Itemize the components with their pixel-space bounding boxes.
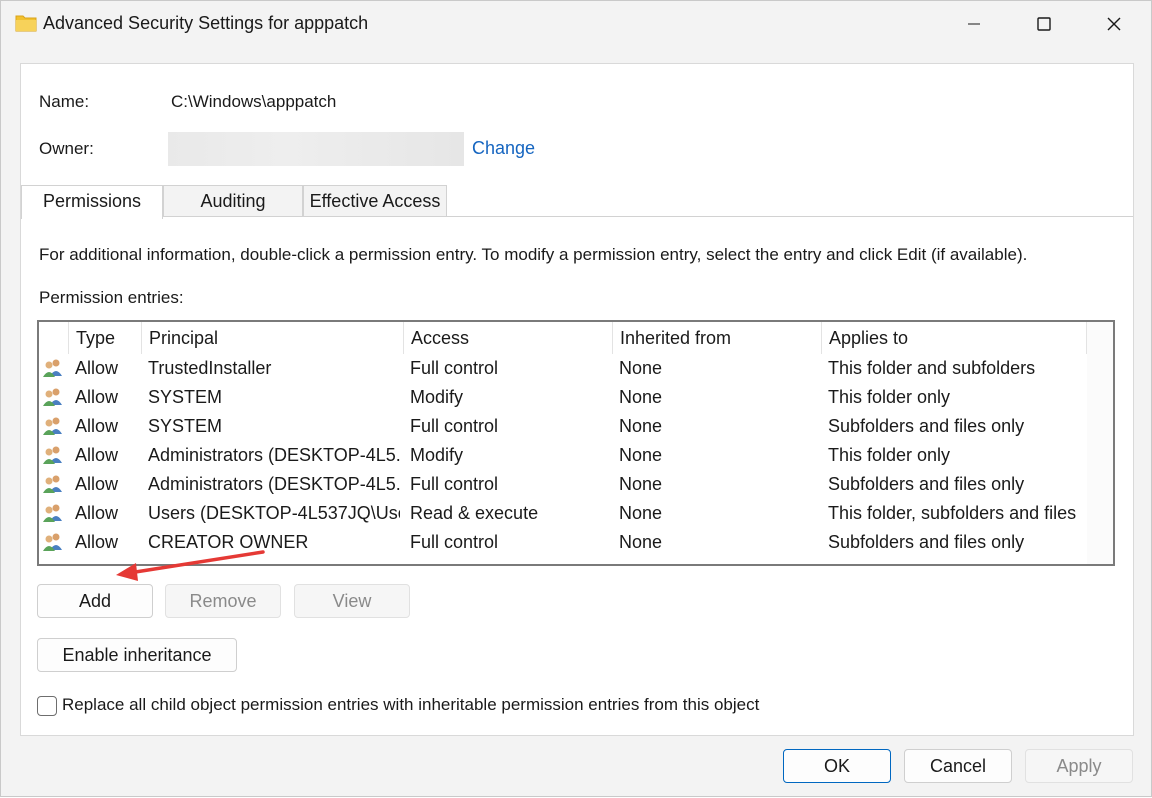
principal-cell: TrustedInstaller [148,358,272,378]
type-cell: Allow [75,445,119,465]
inherited-from-cell: None [619,387,663,407]
view-button[interactable]: View [294,584,410,618]
minimize-icon [968,23,980,25]
users-icon [42,532,64,552]
apply-button[interactable]: Apply [1025,749,1133,783]
principal-cell: Users (DESKTOP-4L537JQ\Use... [148,503,400,523]
type-cell: Allow [75,416,119,436]
applies-to-cell: Subfolders and files only [828,416,1025,436]
change-owner-link[interactable]: Change [472,138,535,159]
users-icon [42,416,64,436]
users-icon [42,474,64,494]
table-row[interactable]: Allow SYSTEM Modify None This folder only [39,383,1089,412]
tab-permissions[interactable]: Permissions [21,185,163,219]
inherited-from-cell: None [619,445,663,465]
users-icon [42,445,64,465]
applies-to-cell: This folder only [828,387,951,407]
access-cell: Modify [410,387,464,407]
applies-to-cell: This folder only [828,445,951,465]
name-value[interactable]: C:\Windows\apppatch [171,92,336,112]
table-row[interactable]: Allow SYSTEM Full control None Subfolders an… [39,412,1089,441]
type-cell: Allow [75,532,119,552]
column-header-inherited-from[interactable]: Inherited from [612,322,821,354]
type-cell: Allow [75,474,119,494]
ok-button[interactable]: OK [783,749,891,783]
folder-icon [15,13,37,33]
table-row[interactable]: Allow CREATOR OWNER Full control None Subfol… [39,528,1089,557]
tab-effective-access[interactable]: Effective Access [303,185,447,217]
access-cell: Modify [410,445,464,465]
applies-to-cell: Subfolders and files only [828,474,1025,494]
name-label: Name: [39,92,90,111]
list-scrollbar[interactable] [1087,322,1113,564]
inherited-from-cell: None [619,503,663,523]
access-cell: Full control [410,416,499,436]
info-text: For additional information, double-click… [39,245,1028,264]
close-button[interactable] [1079,1,1149,47]
principal-cell: SYSTEM [148,387,223,407]
principal-cell: Administrators (DESKTOP-4L5... [148,445,400,465]
enable-inheritance-button[interactable]: Enable inheritance [37,638,237,672]
maximize-button[interactable] [1009,1,1079,47]
table-row[interactable]: Allow Administrators (DESKTOP-4L5... Full … [39,470,1089,499]
column-header-principal[interactable]: Principal [141,322,403,354]
principal-cell: SYSTEM [148,416,223,436]
principal-cell: CREATOR OWNER [148,532,309,552]
column-header-access[interactable]: Access [403,322,612,354]
owner-label: Owner: [39,139,94,158]
add-button[interactable]: Add [37,584,153,618]
replace-child-permissions-label: Replace all child object permission entr… [62,695,760,714]
inherited-from-cell: None [619,474,663,494]
table-row[interactable]: Allow TrustedInstaller Full control None Thi… [39,354,1089,383]
list-header: Type Principal Access Inherited from App… [39,322,1113,354]
column-header-applies-to[interactable]: Applies to [821,322,1087,354]
table-row[interactable]: Allow Users (DESKTOP-4L537JQ\Use... Read &… [39,499,1089,528]
access-cell: Full control [410,358,499,378]
users-icon [42,358,64,378]
inherited-from-cell: None [619,416,663,436]
access-cell: Full control [410,474,499,494]
permission-entries-list[interactable]: Type Principal Access Inherited from App… [37,320,1115,566]
content-panel: Name: C:\Windows\apppatch Owner: Change … [20,63,1134,736]
replace-child-permissions-checkbox[interactable] [37,696,57,716]
cancel-button[interactable]: Cancel [904,749,1012,783]
permission-entries-label: Permission entries: [39,288,184,307]
applies-to-cell: This folder and subfolders [828,358,1036,378]
principal-cell: Administrators (DESKTOP-4L5... [148,474,400,494]
users-icon [42,387,64,407]
access-cell: Full control [410,532,499,552]
remove-button[interactable]: Remove [165,584,281,618]
inherited-from-cell: None [619,532,663,552]
advanced-security-dialog: Advanced Security Settings for apppatch … [0,0,1152,797]
type-cell: Allow [75,503,119,523]
maximize-icon [1037,17,1051,31]
inherited-from-cell: None [619,358,663,378]
type-cell: Allow [75,387,119,407]
type-cell: Allow [75,358,119,378]
tab-auditing[interactable]: Auditing [163,185,303,217]
table-row[interactable]: Allow Administrators (DESKTOP-4L5... Modif… [39,441,1089,470]
window-title: Advanced Security Settings for apppatch [43,13,369,33]
users-icon [42,503,64,523]
access-cell: Read & execute [410,503,539,523]
applies-to-cell: This folder, subfolders and files [828,503,1077,523]
close-icon [1107,17,1121,31]
column-header-type[interactable]: Type [68,322,141,354]
owner-value [168,132,464,166]
minimize-button[interactable] [939,1,1009,47]
tab-divider [21,216,1133,217]
title-bar[interactable]: Advanced Security Settings for apppatch [1,1,1151,47]
applies-to-cell: Subfolders and files only [828,532,1025,552]
